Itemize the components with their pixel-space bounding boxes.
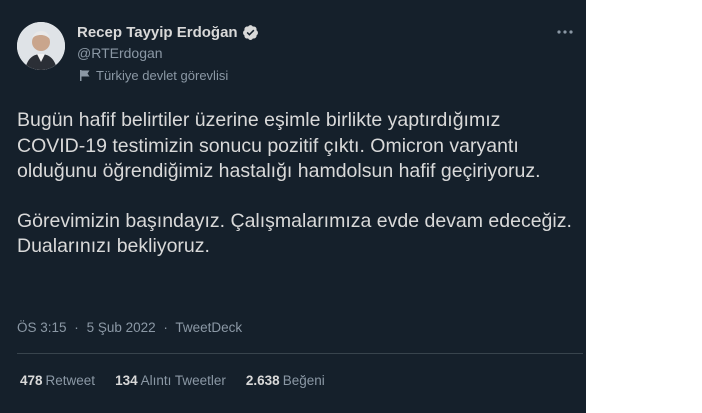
tweet-text: Bugün hafif belirtiler üzerine eşimle bi… <box>17 108 572 260</box>
display-name-text: Recep Tayyip Erdoğan <box>77 24 238 41</box>
retweet-count[interactable]: 478 Retweet <box>20 373 95 388</box>
divider <box>17 353 583 354</box>
tweet-source[interactable]: TweetDeck <box>175 320 242 335</box>
tweet-time[interactable]: ÖS 3:15 <box>17 320 67 335</box>
more-options-button[interactable] <box>552 22 578 42</box>
like-count[interactable]: 2.638 Beğeni <box>246 373 325 388</box>
meta-separator: · <box>163 320 168 335</box>
flag-icon <box>79 69 91 82</box>
stat-label: Retweet <box>45 373 96 388</box>
tweet-card: Recep Tayyip Erdoğan @RTErdogan Türkiye … <box>0 0 586 413</box>
stat-label: Alıntı Tweetler <box>140 373 226 388</box>
stat-number: 478 <box>20 373 43 388</box>
tweet-paragraph: Görevimizin başındayız. Çalışmalarımıza … <box>17 209 572 258</box>
avatar[interactable] <box>17 22 65 70</box>
tweet-date[interactable]: 5 Şub 2022 <box>87 320 156 335</box>
tweet-stats: 478 Retweet 134 Alıntı Tweetler 2.638 Beğen… <box>20 373 325 388</box>
tweet-meta: ÖS 3:15 · 5 Şub 2022 · TweetDeck <box>17 320 242 335</box>
tweet-paragraph: Bugün hafif belirtiler üzerine eşimle bi… <box>17 109 541 182</box>
user-handle[interactable]: @RTErdogan <box>77 45 163 61</box>
meta-separator: · <box>74 320 79 335</box>
account-label-text: Türkiye devlet görevlisi <box>96 68 229 83</box>
more-horizontal-icon <box>557 30 573 34</box>
stat-number: 134 <box>115 373 138 388</box>
display-name[interactable]: Recep Tayyip Erdoğan <box>77 24 259 41</box>
account-label[interactable]: Türkiye devlet görevlisi <box>79 68 228 83</box>
stat-label: Beğeni <box>282 373 325 388</box>
verified-badge-icon <box>242 24 259 41</box>
avatar-image <box>17 22 65 70</box>
quote-tweet-count[interactable]: 134 Alıntı Tweetler <box>115 373 226 388</box>
stat-number: 2.638 <box>245 373 280 388</box>
